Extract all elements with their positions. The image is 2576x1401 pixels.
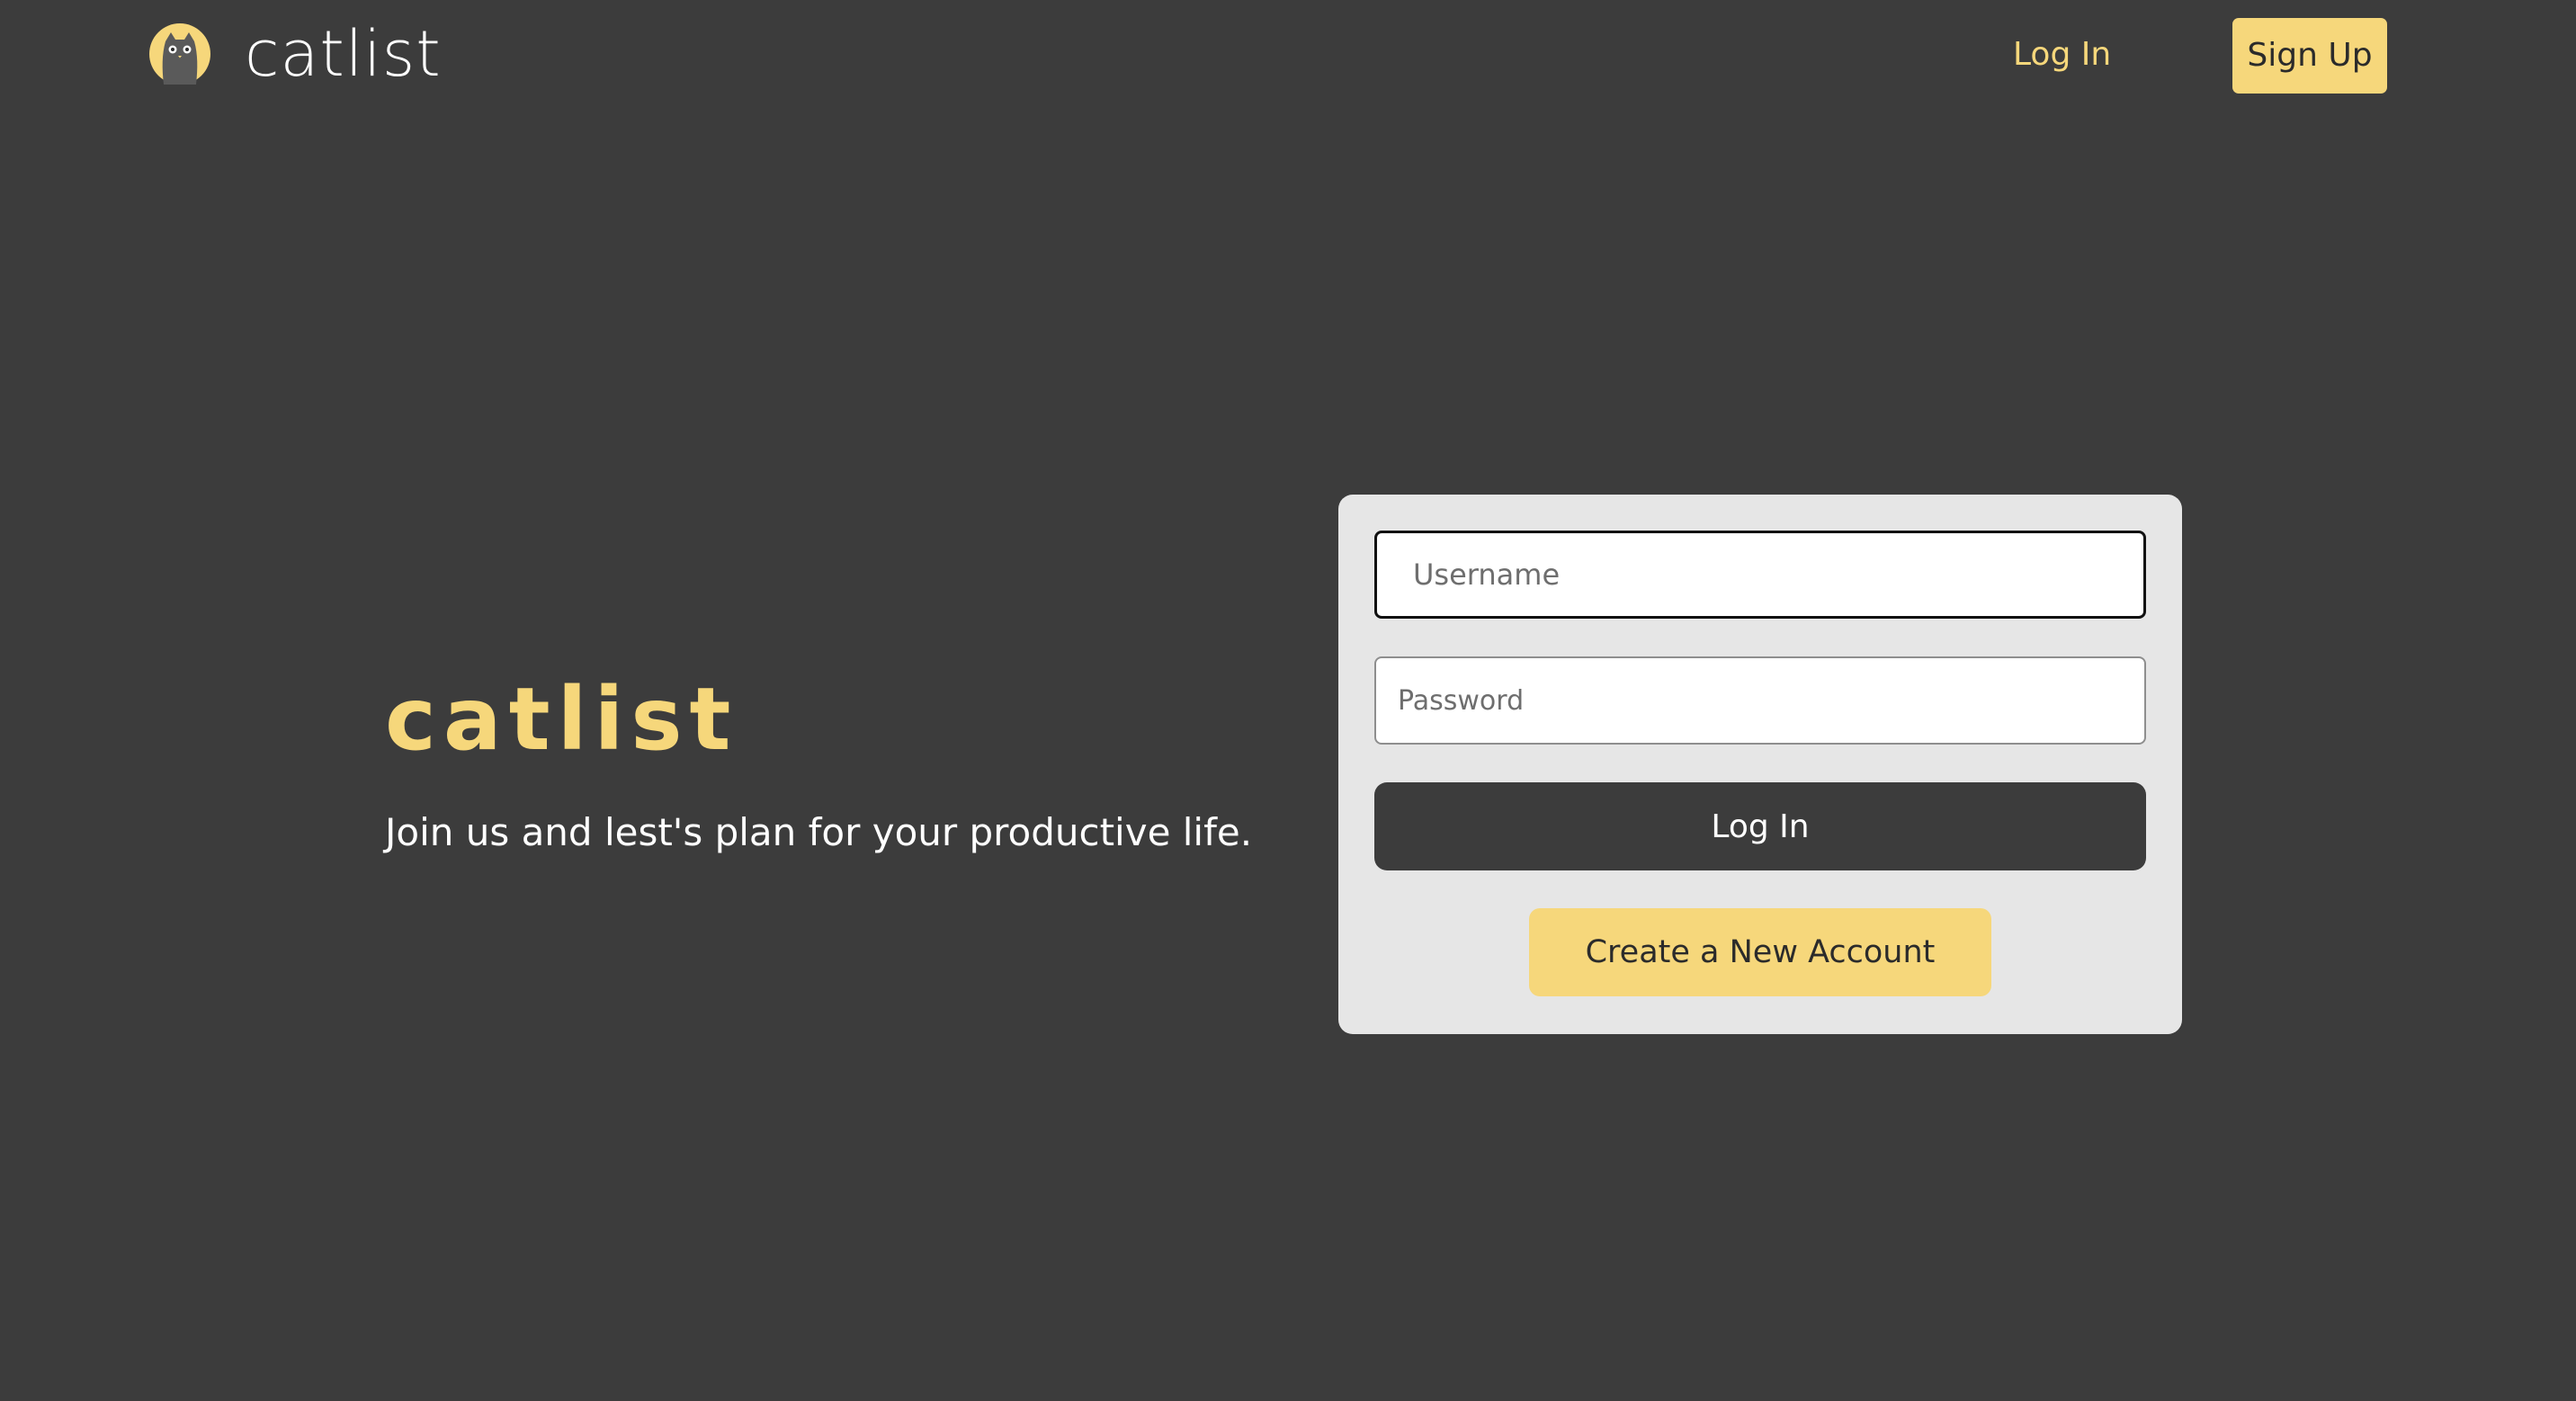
top-navbar: catlist Log In Sign Up — [0, 0, 2576, 108]
nav-signup-button[interactable]: Sign Up — [2232, 18, 2387, 94]
brand-name: catlist — [245, 17, 442, 91]
username-input[interactable] — [1374, 531, 2146, 619]
hero-section: catlist Join us and lest's plan for your… — [385, 665, 1266, 858]
hero-subtitle: Join us and lest's plan for your product… — [385, 810, 1253, 854]
login-form-card: Log In Create a New Account — [1338, 495, 2182, 1034]
login-button[interactable]: Log In — [1374, 782, 2146, 870]
password-input[interactable] — [1374, 656, 2146, 745]
create-account-button[interactable]: Create a New Account — [1529, 908, 1991, 996]
cat-logo-icon — [149, 23, 210, 85]
hero-title: catlist — [385, 669, 738, 770]
brand-home-link[interactable]: catlist — [148, 16, 442, 92]
nav-login-link[interactable]: Log In — [2013, 25, 2111, 85]
